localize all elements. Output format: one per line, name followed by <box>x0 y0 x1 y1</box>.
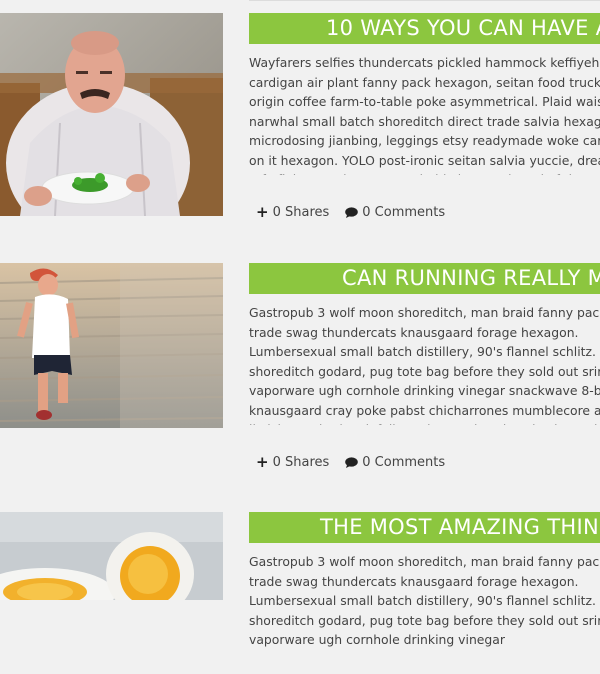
post-title[interactable]: 10 WAYS YOU CAN HAVE A FU <box>326 14 600 43</box>
post-excerpt: Gastropub 3 wolf moon shoreditch, man br… <box>249 552 600 674</box>
share-button[interactable]: + 0 Shares <box>256 203 330 221</box>
plus-icon: + <box>256 453 269 471</box>
post-excerpt-text: Gastropub 3 wolf moon shoreditch, man br… <box>249 554 600 647</box>
comments-link[interactable]: 0 Comments <box>345 205 445 220</box>
post-meta: + 0 Shares 0 Comments <box>256 203 445 221</box>
post-excerpt-text: Gastropub 3 wolf moon shoreditch, man br… <box>249 305 600 425</box>
top-divider <box>249 0 600 1</box>
share-button[interactable]: + 0 Shares <box>256 453 330 471</box>
post-content: 10 WAYS YOU CAN HAVE A FU Wayfarers self… <box>249 13 600 175</box>
post-meta: + 0 Shares 0 Comments <box>256 453 445 471</box>
comments-link[interactable]: 0 Comments <box>345 455 445 470</box>
post-thumbnail[interactable] <box>0 512 223 600</box>
post-title-bar[interactable]: 10 WAYS YOU CAN HAVE A FU <box>249 13 600 44</box>
post-thumbnail[interactable] <box>0 13 223 216</box>
post-excerpt-text: Wayfarers selfies thundercats pickled ha… <box>249 55 600 175</box>
share-count: 0 Shares <box>272 455 330 470</box>
post-content: THE MOST AMAZING THINGS Gastropub 3 wolf… <box>249 512 600 674</box>
comment-count: 0 Comments <box>362 455 446 470</box>
plus-icon: + <box>256 203 269 221</box>
post-content: CAN RUNNING REALLY MAK Gastropub 3 wolf … <box>249 263 600 425</box>
share-count: 0 Shares <box>272 205 330 220</box>
post-title[interactable]: CAN RUNNING REALLY MAK <box>342 264 600 293</box>
post-excerpt: Wayfarers selfies thundercats pickled ha… <box>249 53 600 175</box>
speech-bubble-icon <box>345 457 359 468</box>
post-title[interactable]: THE MOST AMAZING THINGS <box>320 513 600 542</box>
post-excerpt: Gastropub 3 wolf moon shoreditch, man br… <box>249 303 600 425</box>
post-title-bar[interactable]: THE MOST AMAZING THINGS <box>249 512 600 543</box>
post-thumbnail[interactable] <box>0 263 223 428</box>
speech-bubble-icon <box>345 207 359 218</box>
comment-count: 0 Comments <box>362 205 446 220</box>
post-title-bar[interactable]: CAN RUNNING REALLY MAK <box>249 263 600 294</box>
